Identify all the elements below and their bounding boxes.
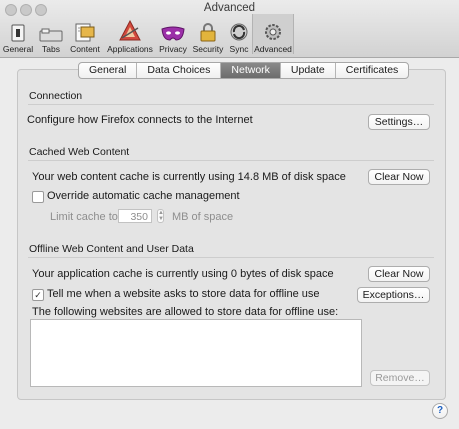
offline-exceptions-button[interactable]: Exceptions… [357, 287, 430, 303]
allowed-sites-list[interactable] [30, 319, 362, 387]
window-title: Advanced [203, 2, 256, 14]
toolbar-applications[interactable]: Applications [104, 14, 156, 54]
tell-me-offline-checkbox[interactable]: ✓ [32, 289, 44, 301]
connection-divider [28, 104, 434, 105]
toolbar-privacy[interactable]: Privacy [156, 14, 190, 54]
preferences-toolbar: General Tabs Content Applications Privac… [0, 14, 294, 56]
cache-size-input[interactable]: 350 [118, 209, 152, 223]
help-button[interactable]: ? [432, 403, 448, 419]
offline-status: Your application cache is currently usin… [32, 268, 334, 280]
connection-heading: Connection [29, 90, 83, 102]
tab-general[interactable]: General [79, 63, 138, 78]
offline-heading: Offline Web Content and User Data [29, 243, 194, 255]
override-cache-checkbox[interactable] [32, 191, 44, 203]
privacy-mask-icon [161, 26, 185, 41]
content-icon [75, 23, 95, 42]
gear-icon [265, 24, 281, 40]
tab-bar: General Data Choices Network Update Cert… [78, 62, 410, 79]
offline-divider [28, 257, 434, 258]
cache-heading: Cached Web Content [29, 146, 130, 158]
cache-status: Your web content cache is currently usin… [32, 171, 346, 183]
tab-network[interactable]: Network [221, 63, 281, 78]
sync-icon [230, 23, 248, 41]
toolbar-sync[interactable]: Sync [226, 14, 252, 54]
connection-description: Configure how Firefox connects to the In… [27, 114, 253, 126]
override-cache-label: Override automatic cache management [47, 190, 240, 202]
remove-site-button[interactable]: Remove… [370, 370, 430, 386]
toolbar-advanced[interactable]: Advanced [252, 14, 294, 54]
tab-certificates[interactable]: Certificates [336, 63, 409, 78]
toolbar-general[interactable]: General [0, 14, 36, 54]
connection-settings-button[interactable]: Settings… [368, 114, 430, 130]
offline-clear-now-button[interactable]: Clear Now [368, 266, 430, 282]
cache-size-stepper[interactable]: ▲ ▼ [157, 209, 164, 223]
tabs-icon [39, 28, 63, 42]
checkmark-icon: ✓ [34, 290, 42, 300]
applications-icon [119, 20, 141, 41]
general-icon [11, 24, 25, 42]
allowed-sites-label: The following websites are allowed to st… [32, 306, 339, 318]
tab-update[interactable]: Update [281, 63, 336, 78]
tell-me-offline-label: Tell me when a website asks to store dat… [47, 288, 320, 300]
window-titlebar: Advanced General Tabs Content Applicatio… [0, 0, 459, 58]
security-lock-icon [200, 23, 216, 42]
limit-cache-unit: MB of space [172, 211, 234, 223]
toolbar-security[interactable]: Security [190, 14, 226, 54]
cache-clear-now-button[interactable]: Clear Now [368, 169, 430, 185]
toolbar-tabs[interactable]: Tabs [36, 14, 66, 54]
limit-cache-label: Limit cache to [50, 211, 118, 223]
tab-data-choices[interactable]: Data Choices [137, 63, 222, 78]
cache-divider [28, 160, 434, 161]
toolbar-content[interactable]: Content [66, 14, 104, 54]
